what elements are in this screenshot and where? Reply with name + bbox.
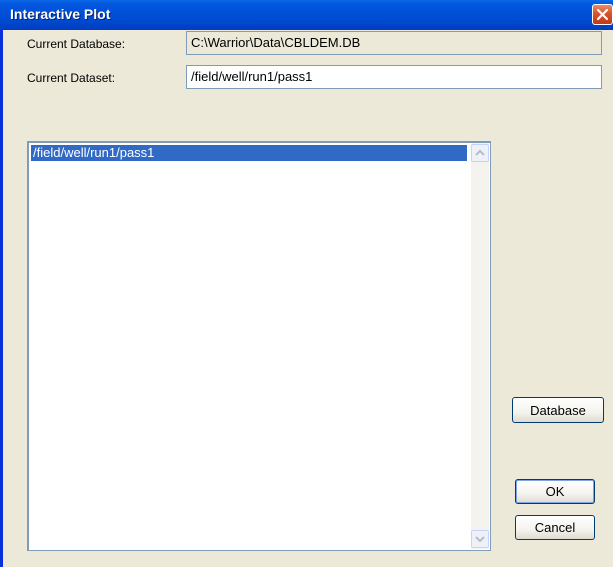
- close-icon: [596, 8, 609, 21]
- interactive-plot-dialog: Interactive Plot Current Database: C:\Wa…: [0, 0, 613, 567]
- dataset-listbox[interactable]: /field/well/run1/pass1: [27, 141, 491, 551]
- current-dataset-input[interactable]: /field/well/run1/pass1: [186, 65, 602, 89]
- chevron-down-icon: [475, 536, 485, 543]
- ok-button[interactable]: OK: [515, 479, 595, 504]
- current-database-label: Current Database:: [27, 37, 126, 51]
- vertical-scrollbar[interactable]: [471, 143, 489, 549]
- window-title: Interactive Plot: [10, 6, 111, 22]
- current-dataset-label: Current Dataset:: [27, 71, 116, 85]
- title-bar[interactable]: Interactive Plot: [0, 0, 613, 30]
- database-button[interactable]: Database: [512, 397, 604, 423]
- chevron-up-icon: [475, 149, 485, 156]
- close-button[interactable]: [592, 4, 613, 25]
- cancel-button[interactable]: Cancel: [515, 515, 595, 540]
- scroll-down-button[interactable]: [471, 530, 489, 548]
- scroll-up-button[interactable]: [471, 144, 489, 162]
- current-database-field: C:\Warrior\Data\CBLDEM.DB: [186, 31, 602, 55]
- list-item[interactable]: /field/well/run1/pass1: [31, 145, 467, 161]
